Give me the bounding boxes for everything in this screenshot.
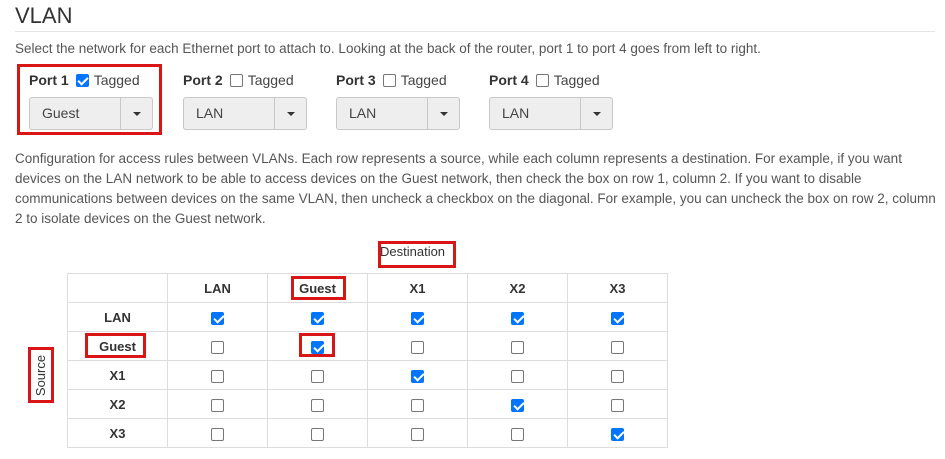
access-checkbox-x2-guest[interactable] — [311, 398, 324, 412]
port-3-tagged-label: Tagged — [400, 72, 447, 88]
table-row: LAN — [67, 302, 668, 332]
port-4-network-value: LAN — [502, 105, 530, 121]
access-checkbox-x2-x1[interactable] — [411, 398, 424, 412]
title-divider — [15, 31, 935, 32]
table-row: X1 — [67, 360, 668, 390]
access-checkbox-x1-x2[interactable] — [511, 369, 524, 383]
column-header-lan: LAN — [167, 273, 268, 303]
port-1-label: Port 1 — [29, 72, 69, 88]
access-instructions: Configuration for access rules between V… — [15, 151, 936, 226]
access-checkbox-lan-x2[interactable] — [511, 311, 524, 325]
access-checkbox-lan-guest[interactable] — [311, 311, 324, 325]
access-checkbox-lan-x3[interactable] — [611, 311, 624, 325]
port-1-tagged-checkbox[interactable] — [75, 73, 89, 87]
access-checkbox-lan-x1[interactable] — [411, 311, 424, 325]
port-4-network-select[interactable]: LAN — [489, 97, 613, 130]
access-checkbox-x3-x3[interactable] — [611, 427, 624, 441]
row-header-x3: X3 — [67, 418, 168, 448]
access-checkbox-x1-x1[interactable] — [411, 369, 424, 383]
column-header-x3: X3 — [567, 273, 668, 303]
chevron-down-icon — [580, 98, 612, 129]
port-1-network-select[interactable]: Guest — [29, 97, 153, 130]
access-checkbox-guest-lan[interactable] — [211, 340, 224, 354]
table-row: X3 — [67, 418, 668, 448]
row-header-lan: LAN — [67, 302, 168, 332]
port-2-group: Port 2 Tagged LAN — [183, 70, 307, 130]
access-checkbox-lan-lan[interactable] — [211, 311, 224, 325]
access-checkbox-guest-x3[interactable] — [611, 340, 624, 354]
chevron-down-icon — [120, 98, 152, 129]
port-4-group: Port 4 Tagged LAN — [489, 70, 613, 130]
matrix-header-row: LAN Guest X1 X2 X3 — [67, 273, 668, 303]
port-3-label: Port 3 — [336, 72, 376, 88]
matrix-corner-cell — [67, 273, 168, 303]
access-checkbox-x2-x2[interactable] — [511, 398, 524, 412]
port-4-label: Port 4 — [489, 72, 529, 88]
source-label-box: Source — [30, 349, 52, 401]
access-checkbox-guest-guest[interactable] — [311, 340, 324, 354]
source-label: Source — [33, 354, 49, 396]
port-4-tagged-label: Tagged — [553, 72, 600, 88]
column-header-guest: Guest — [267, 273, 368, 303]
port-2-network-select[interactable]: LAN — [183, 97, 307, 130]
column-header-x1: X1 — [367, 273, 468, 303]
page-title: VLAN — [15, 3, 73, 28]
port-1-network-value: Guest — [42, 105, 80, 121]
vlan-access-matrix: LAN Guest X1 X2 X3 LAN Guest X1 X2 X3 — [67, 273, 668, 448]
port-2-label: Port 2 — [183, 72, 223, 88]
row-header-x1: X1 — [67, 360, 168, 390]
access-checkbox-x2-lan[interactable] — [211, 398, 224, 412]
port-2-tagged-checkbox[interactable] — [229, 73, 243, 87]
destination-label: Destination — [380, 244, 446, 259]
port-3-network-value: LAN — [349, 105, 377, 121]
row-header-guest: Guest — [67, 331, 168, 361]
table-row: X2 — [67, 389, 668, 419]
access-checkbox-x2-x3[interactable] — [611, 398, 624, 412]
access-checkbox-x1-x3[interactable] — [611, 369, 624, 383]
chevron-down-icon — [274, 98, 306, 129]
port-2-network-value: LAN — [196, 105, 224, 121]
port-2-tagged-label: Tagged — [247, 72, 294, 88]
port-instructions: Select the network for each Ethernet por… — [15, 41, 761, 56]
access-checkbox-guest-x1[interactable] — [411, 340, 424, 354]
port-4-tagged-checkbox[interactable] — [535, 73, 549, 87]
port-1-group: Port 1 Tagged Guest — [29, 70, 153, 130]
port-3-tagged-checkbox[interactable] — [382, 73, 396, 87]
access-checkbox-guest-x2[interactable] — [511, 340, 524, 354]
access-checkbox-x1-guest[interactable] — [311, 369, 324, 383]
port-1-tagged-label: Tagged — [93, 72, 140, 88]
chevron-down-icon — [427, 98, 459, 129]
access-checkbox-x3-x2[interactable] — [511, 427, 524, 441]
column-header-x2: X2 — [467, 273, 568, 303]
table-row: Guest — [67, 331, 668, 361]
port-3-network-select[interactable]: LAN — [336, 97, 460, 130]
access-checkbox-x3-lan[interactable] — [211, 427, 224, 441]
port-3-group: Port 3 Tagged LAN — [336, 70, 460, 130]
row-header-x2: X2 — [67, 389, 168, 419]
access-checkbox-x1-lan[interactable] — [211, 369, 224, 383]
access-checkbox-x3-x1[interactable] — [411, 427, 424, 441]
access-checkbox-x3-guest[interactable] — [311, 427, 324, 441]
